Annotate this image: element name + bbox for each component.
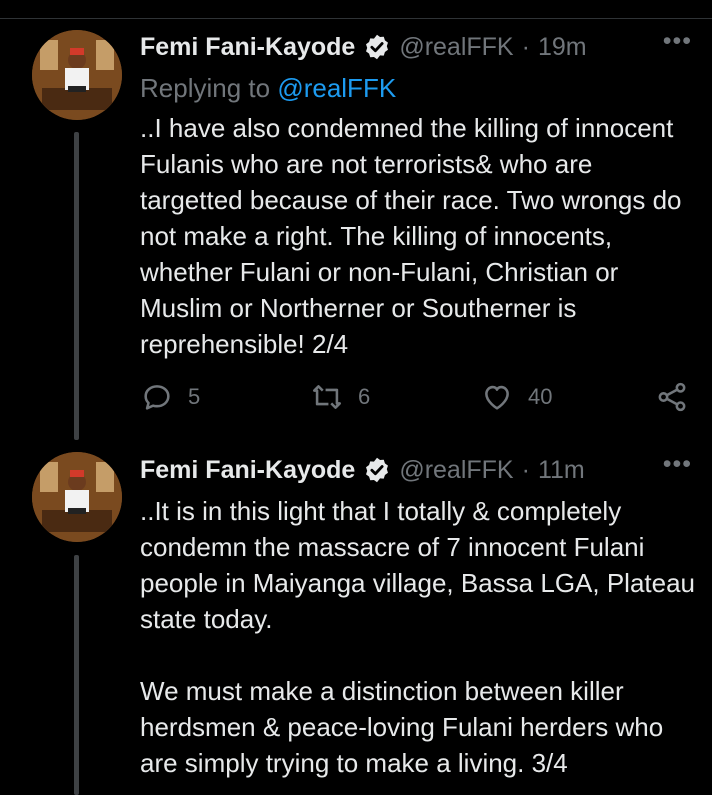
retweet-button[interactable]: 6: [310, 380, 370, 414]
replying-to: Replying to @realFFK: [140, 73, 396, 104]
replying-prefix: Replying to: [140, 73, 271, 103]
thread-connector: [74, 132, 79, 440]
author-handle[interactable]: @realFFK: [399, 33, 513, 62]
separator: ·: [521, 32, 530, 61]
author-handle[interactable]: @realFFK: [399, 456, 513, 485]
more-horizontal-icon[interactable]: •••: [663, 450, 692, 479]
tweet-2[interactable]: Femi Fani-Kayode @realFFK · 11m ••• ..It…: [0, 450, 712, 795]
like-button[interactable]: 40: [480, 380, 552, 414]
tweet-actions: 5 6 40: [140, 380, 690, 420]
heart-icon: [485, 385, 509, 410]
author-name[interactable]: Femi Fani-Kayode: [140, 456, 355, 485]
tweet-1[interactable]: Femi Fani-Kayode @realFFK · 19m ••• Repl…: [0, 0, 712, 450]
retweet-icon: [312, 385, 342, 409]
tweet-header: Femi Fani-Kayode @realFFK · 19m •••: [140, 27, 692, 67]
author-name[interactable]: Femi Fani-Kayode: [140, 33, 355, 62]
tweet-text: ..It is in this light that I totally & c…: [140, 496, 696, 778]
share-button[interactable]: [655, 380, 703, 414]
tweet-header: Femi Fani-Kayode @realFFK · 11m •••: [140, 450, 692, 490]
verified-badge-icon: [366, 457, 389, 483]
reply-button[interactable]: 5: [140, 380, 200, 414]
reply-count: 5: [188, 384, 201, 409]
retweet-count: 6: [358, 384, 371, 409]
replying-to-mention[interactable]: @realFFK: [277, 73, 396, 103]
more-horizontal-icon[interactable]: •••: [663, 27, 692, 56]
timestamp[interactable]: 19m: [538, 33, 587, 62]
verified-badge-icon: [366, 34, 389, 60]
like-count: 40: [528, 384, 553, 409]
avatar[interactable]: [32, 30, 122, 120]
timestamp[interactable]: 11m: [538, 456, 585, 485]
reply-icon: [144, 385, 170, 410]
share-icon: [658, 382, 686, 412]
tweet-text: ..I have also condemned the killing of i…: [140, 113, 689, 359]
thread-connector: [74, 555, 79, 795]
avatar[interactable]: [32, 452, 122, 542]
separator: ·: [521, 455, 530, 484]
